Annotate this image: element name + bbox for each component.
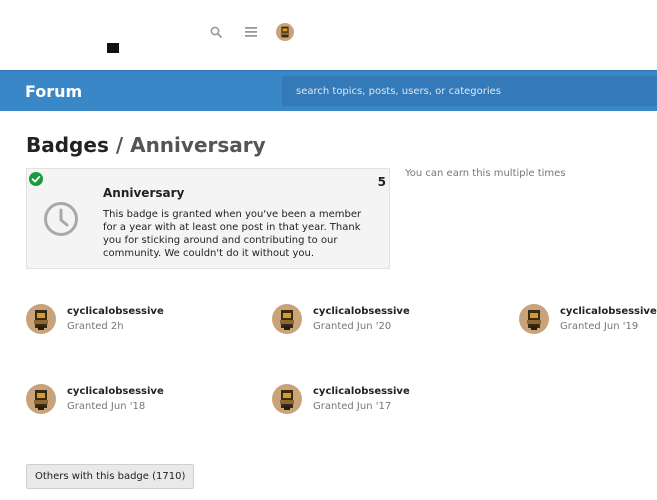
multiple-grant-note: You can earn this multiple times xyxy=(405,168,566,179)
search-icon[interactable] xyxy=(208,24,224,40)
grant-date[interactable]: Granted 2h xyxy=(67,321,124,332)
top-header xyxy=(0,0,657,70)
page-title: Badges / Anniversary xyxy=(26,133,266,157)
grant-username[interactable]: cyclicalobsessive xyxy=(560,306,657,317)
grant-item[interactable]: cyclicalobsessive Granted Jun '18 xyxy=(26,384,216,416)
check-circle-icon xyxy=(29,172,43,186)
grant-date[interactable]: Granted Jun '19 xyxy=(560,321,638,332)
grant-date[interactable]: Granted Jun '20 xyxy=(313,321,391,332)
forum-navbar: Forum xyxy=(0,70,657,111)
user-avatar[interactable] xyxy=(272,384,302,414)
badge-name: Anniversary xyxy=(103,186,185,200)
user-avatar[interactable] xyxy=(272,304,302,334)
grant-date[interactable]: Granted Jun '17 xyxy=(313,401,391,412)
others-with-badge-button[interactable]: Others with this badge (1710) xyxy=(26,464,195,489)
grant-item[interactable]: cyclicalobsessive Granted Jun '20 xyxy=(272,304,462,336)
badges-breadcrumb-link[interactable]: Badges xyxy=(26,133,109,157)
clock-icon xyxy=(43,201,79,237)
user-avatar[interactable] xyxy=(26,384,56,414)
grant-username[interactable]: cyclicalobsessive xyxy=(313,386,410,397)
search-box[interactable] xyxy=(282,76,657,106)
badge-grant-count: 5 xyxy=(377,175,386,189)
grant-username[interactable]: cyclicalobsessive xyxy=(313,306,410,317)
user-avatar[interactable] xyxy=(519,304,549,334)
badge-description: This badge is granted when you've been a… xyxy=(103,209,362,259)
forum-title-link[interactable]: Forum xyxy=(25,82,82,101)
grant-username[interactable]: cyclicalobsessive xyxy=(67,306,164,317)
grant-item[interactable]: cyclicalobsessive Granted Jun '19 xyxy=(519,304,657,336)
hamburger-menu-icon[interactable] xyxy=(243,24,259,40)
grant-username[interactable]: cyclicalobsessive xyxy=(67,386,164,397)
user-avatar[interactable] xyxy=(26,304,56,334)
search-input[interactable] xyxy=(282,76,657,106)
grant-item[interactable]: cyclicalobsessive Granted 2h xyxy=(26,304,216,336)
breadcrumb-separator: / xyxy=(115,133,124,157)
grant-item[interactable]: cyclicalobsessive Granted Jun '17 xyxy=(272,384,462,416)
badge-card: 5 Anniversary This badge is granted when… xyxy=(26,168,390,269)
current-user-avatar[interactable] xyxy=(276,23,294,41)
badge-breadcrumb-current: Anniversary xyxy=(130,133,266,157)
grant-date[interactable]: Granted Jun '18 xyxy=(67,401,145,412)
site-logo[interactable] xyxy=(107,43,119,53)
